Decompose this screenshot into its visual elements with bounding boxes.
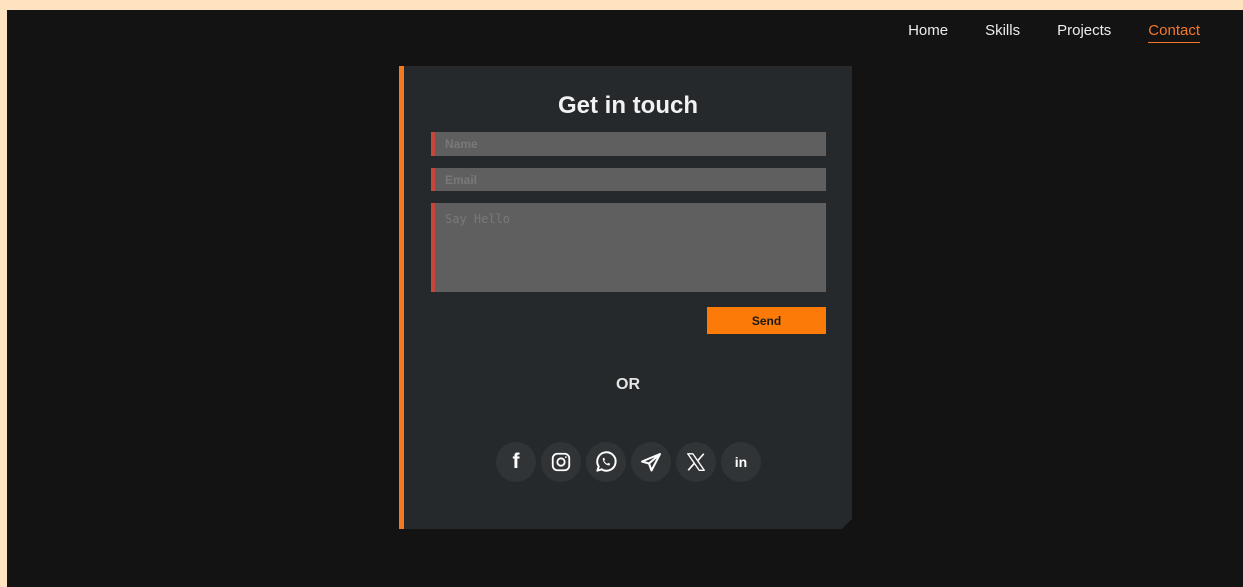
top-nav: Home Skills Projects Contact [908,22,1200,43]
instagram-link[interactable] [541,442,581,482]
contact-title: Get in touch [558,92,698,119]
facebook-icon: f [512,450,520,473]
whatsapp-icon [593,449,619,475]
message-field[interactable] [431,203,826,292]
app-container: Home Skills Projects Contact Get in touc… [7,10,1243,587]
contact-card: Get in touch Send OR f [399,66,852,529]
social-links: f in [496,442,761,482]
telegram-link[interactable] [631,442,671,482]
nav-home[interactable]: Home [908,22,948,43]
or-divider-label: OR [616,376,640,393]
x-icon [685,451,707,473]
linkedin-link[interactable]: in [721,442,761,482]
whatsapp-link[interactable] [586,442,626,482]
name-field[interactable] [431,132,826,156]
telegram-icon [639,450,663,474]
nav-projects[interactable]: Projects [1057,22,1111,43]
x-link[interactable] [676,442,716,482]
nav-skills[interactable]: Skills [985,22,1020,43]
nav-contact[interactable]: Contact [1148,22,1200,43]
linkedin-icon: in [734,454,748,470]
instagram-icon [550,451,572,473]
facebook-link[interactable]: f [496,442,536,482]
email-field[interactable] [431,168,826,191]
send-button[interactable]: Send [707,307,826,334]
